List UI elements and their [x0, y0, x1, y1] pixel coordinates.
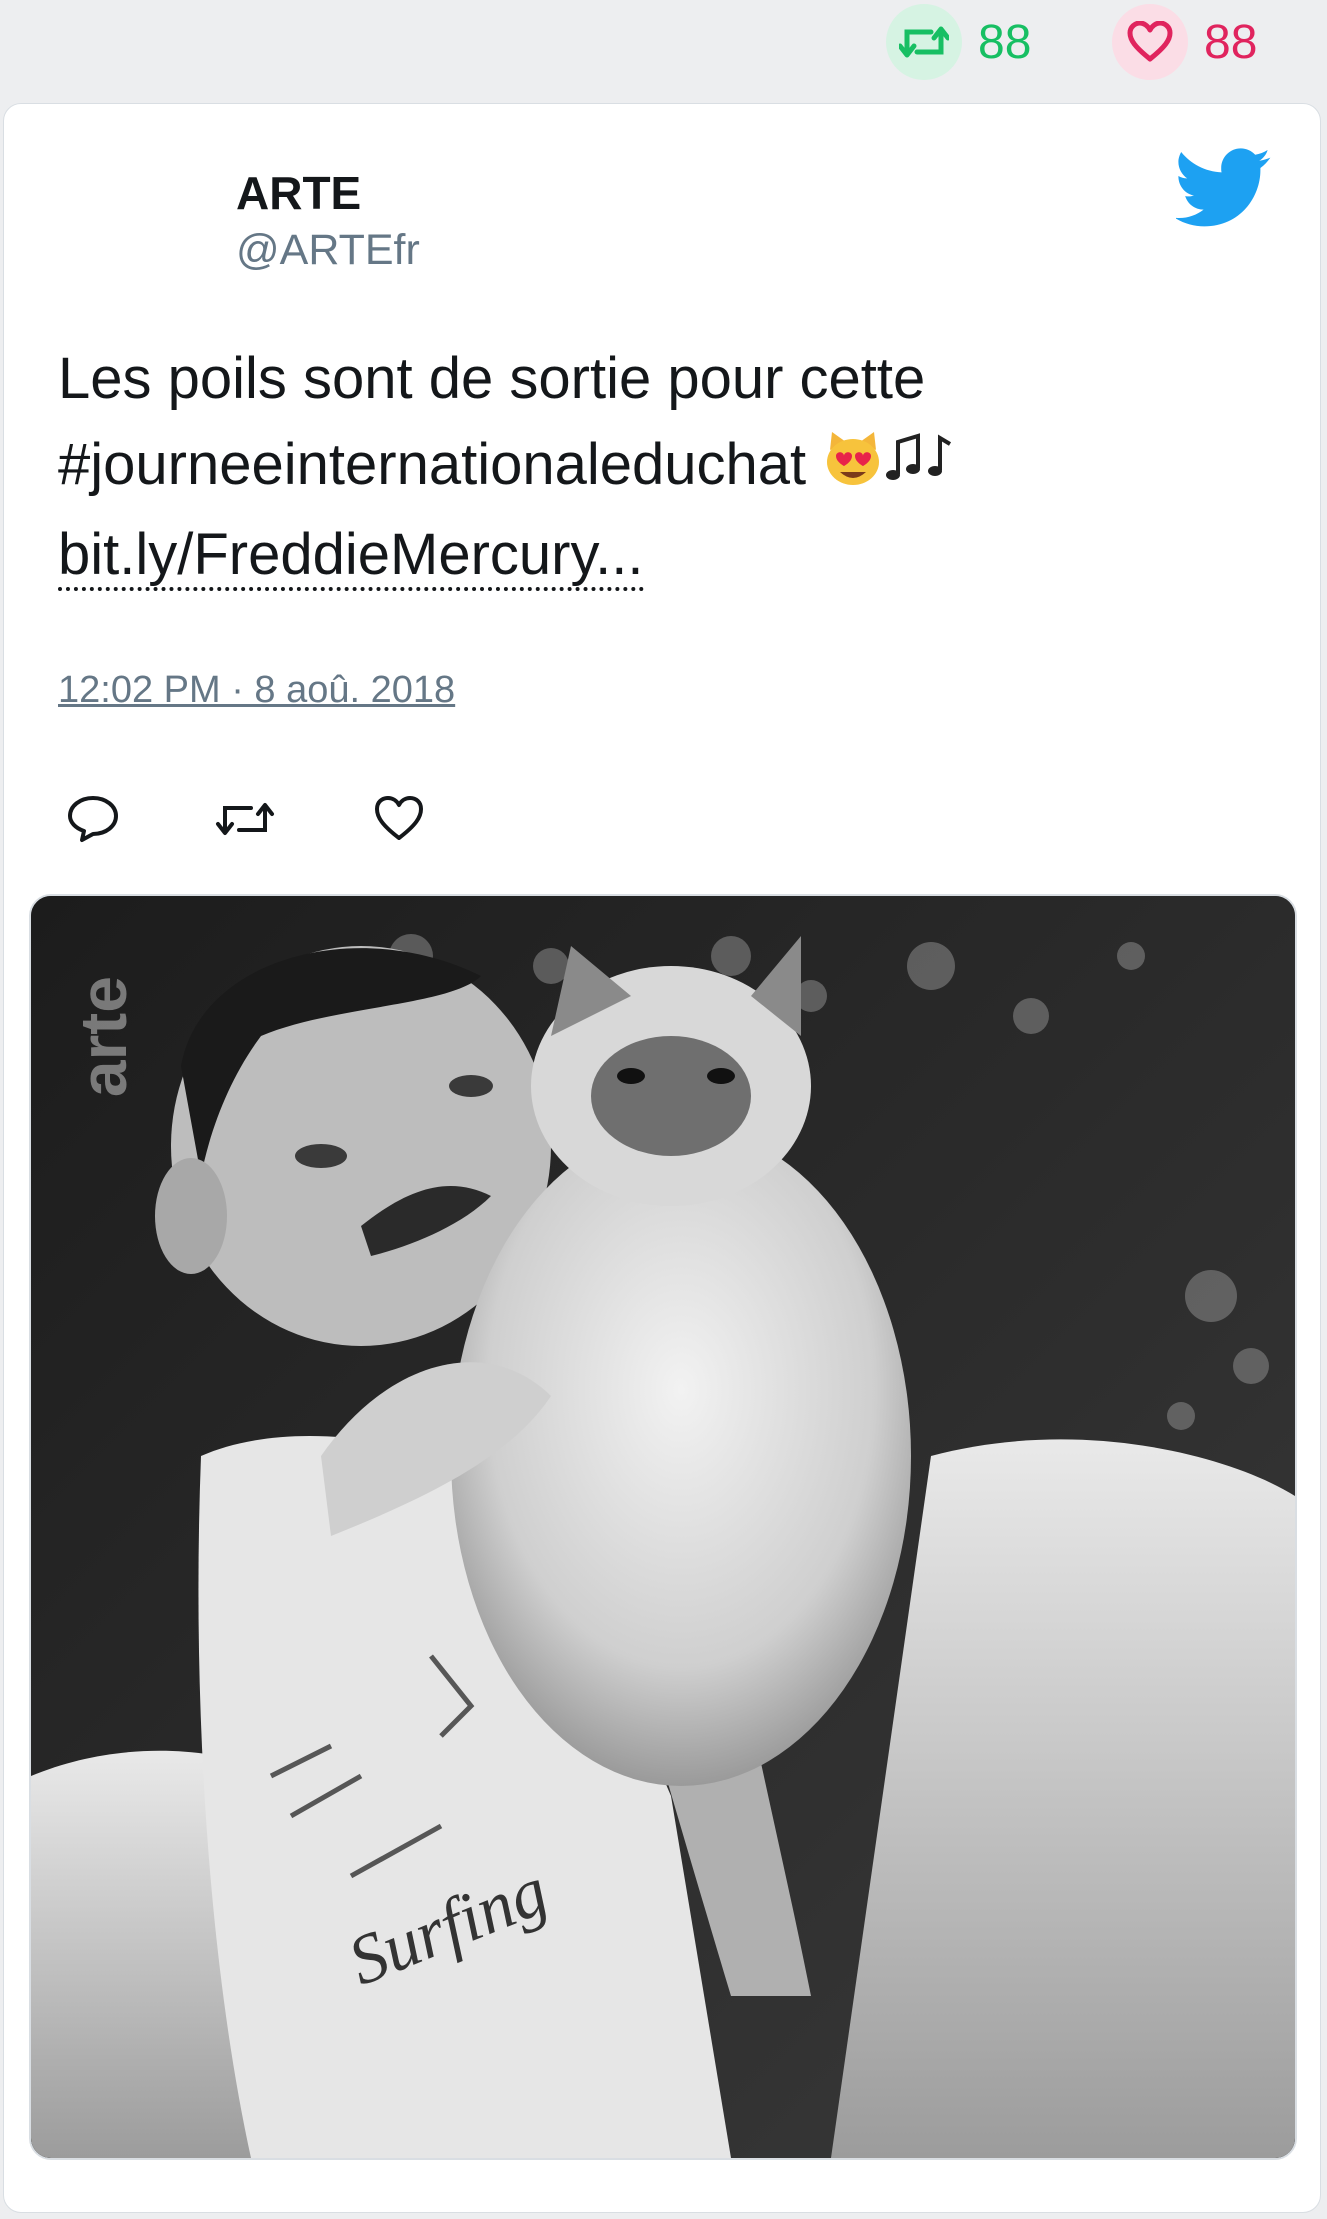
- tweet-text-line: Les poils sont de sortie pour cette: [58, 346, 926, 411]
- twitter-bird-icon[interactable]: [1176, 146, 1272, 230]
- tweet-link[interactable]: bit.ly/FreddieMercury...: [58, 521, 644, 591]
- retweet-icon[interactable]: [886, 4, 962, 80]
- tweet-text: Les poils sont de sortie pour cette #jou…: [58, 336, 1258, 598]
- retweet-action-icon[interactable]: [210, 784, 280, 854]
- like-stat[interactable]: 88: [1112, 0, 1257, 84]
- like-action-icon[interactable]: [364, 784, 434, 854]
- tweet-timestamp[interactable]: 12:02 PM · 8 aoû. 2018: [58, 669, 455, 712]
- hashtag-link[interactable]: #journeeinternationaleduchat: [58, 432, 806, 497]
- cat-body: [451, 1126, 911, 1786]
- author-name[interactable]: ARTE: [236, 166, 361, 220]
- arte-watermark: arte: [66, 976, 140, 1097]
- retweet-count: 88: [978, 15, 1032, 69]
- retweet-stat[interactable]: 88: [886, 0, 1031, 84]
- heart-eyes-cat-emoji-icon: [822, 426, 884, 512]
- tweet-card[interactable]: ARTE @ARTEfr Les poils sont de sortie po…: [3, 103, 1321, 2213]
- heart-icon[interactable]: [1112, 4, 1188, 80]
- musical-notes-emoji-icon: [884, 426, 954, 512]
- author-handle[interactable]: @ARTEfr: [236, 226, 420, 275]
- reply-icon[interactable]: [58, 784, 128, 854]
- engagement-bar: 88 88: [0, 0, 1327, 92]
- like-count: 88: [1204, 15, 1258, 69]
- tweet-photo[interactable]: Surfing arte: [29, 894, 1297, 2160]
